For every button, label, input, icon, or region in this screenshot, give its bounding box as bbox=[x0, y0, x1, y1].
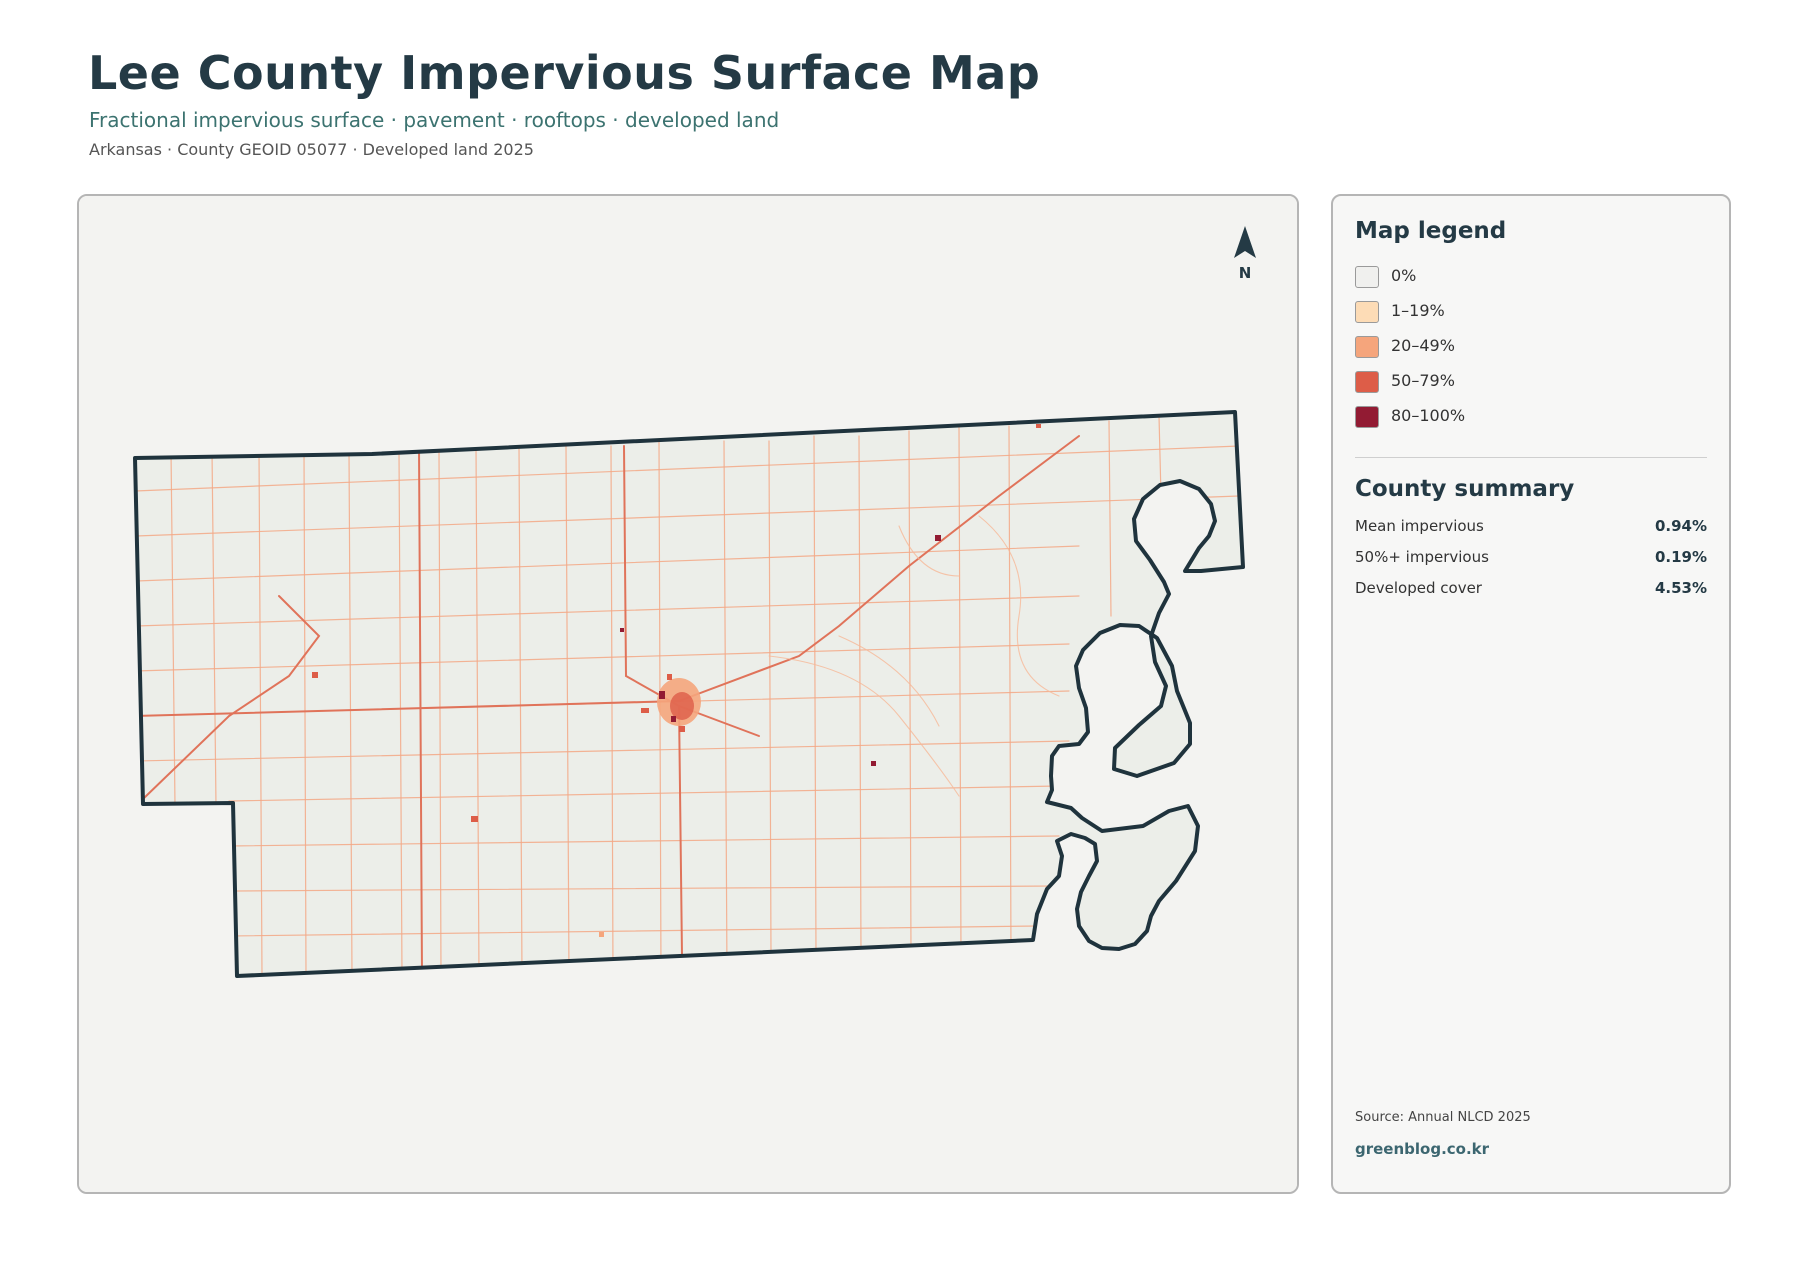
summary-label: 50%+ impervious bbox=[1355, 548, 1489, 566]
legend-divider bbox=[1355, 457, 1707, 458]
legend-label: 0% bbox=[1391, 266, 1417, 285]
legend-swatch bbox=[1355, 301, 1379, 323]
legend-swatch bbox=[1355, 371, 1379, 393]
page-meta: Arkansas · County GEOID 05077 · Develope… bbox=[89, 140, 534, 159]
legend-title: Map legend bbox=[1355, 218, 1507, 244]
page-title: Lee County Impervious Surface Map bbox=[88, 46, 1041, 100]
summary-value: 0.19% bbox=[1654, 548, 1707, 566]
source-note: Source: Annual NLCD 2025 bbox=[1355, 1110, 1531, 1125]
side-panel: Map legend 0% 1–19% 20–49% 50–79% 80–100… bbox=[1331, 194, 1731, 1194]
legend-swatch bbox=[1355, 266, 1379, 288]
summary-value: 0.94% bbox=[1654, 517, 1707, 535]
summary-value: 4.53% bbox=[1654, 579, 1707, 597]
north-label: N bbox=[1238, 264, 1252, 282]
summary-row: Mean impervious 0.94% bbox=[1355, 517, 1707, 539]
legend-label: 1–19% bbox=[1391, 301, 1445, 320]
map-canvas[interactable] bbox=[79, 196, 1299, 1194]
summary-label: Developed cover bbox=[1355, 579, 1482, 597]
page-subtitle: Fractional impervious surface · pavement… bbox=[89, 108, 780, 132]
legend-label: 80–100% bbox=[1391, 406, 1466, 425]
legend-label: 50–79% bbox=[1391, 371, 1455, 390]
legend-label: 20–49% bbox=[1391, 336, 1455, 355]
summary-title: County summary bbox=[1355, 476, 1575, 502]
legend-swatch bbox=[1355, 406, 1379, 428]
map-panel[interactable] bbox=[77, 194, 1299, 1194]
summary-label: Mean impervious bbox=[1355, 517, 1484, 535]
summary-row: Developed cover 4.53% bbox=[1355, 579, 1707, 601]
brand-link[interactable]: greenblog.co.kr bbox=[1355, 1140, 1489, 1158]
summary-row: 50%+ impervious 0.19% bbox=[1355, 548, 1707, 570]
legend-swatch bbox=[1355, 336, 1379, 358]
